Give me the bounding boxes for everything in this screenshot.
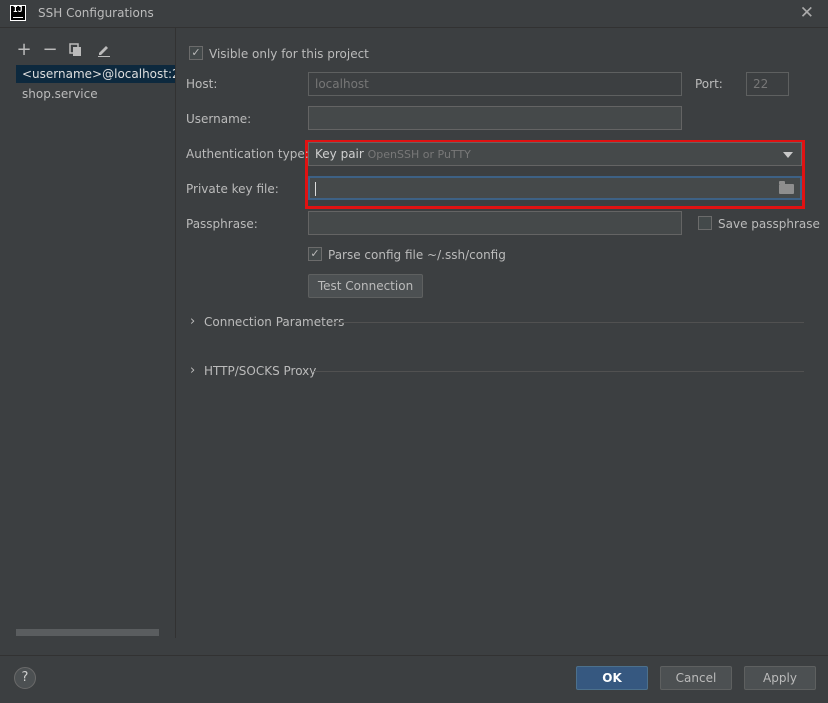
private-key-field[interactable]: [308, 176, 802, 200]
username-label: Username:: [186, 112, 252, 126]
save-passphrase-checkbox[interactable]: [698, 216, 712, 230]
close-icon[interactable]: ✕: [800, 3, 814, 23]
section-title: Connection Parameters: [204, 315, 345, 329]
section-title: HTTP/SOCKS Proxy: [204, 364, 317, 378]
divider: [332, 322, 804, 323]
auth-type-label: Authentication type:: [186, 147, 309, 161]
divider: [314, 371, 804, 372]
parse-config-label: Parse config file ~/.ssh/config: [328, 248, 506, 262]
add-icon[interactable]: +: [14, 40, 34, 60]
auth-type-hint: OpenSSH or PuTTY: [367, 148, 471, 161]
connection-parameters-section[interactable]: › Connection Parameters: [190, 313, 804, 331]
cancel-button[interactable]: Cancel: [660, 666, 732, 690]
passphrase-label: Passphrase:: [186, 217, 258, 231]
help-icon[interactable]: ?: [14, 667, 36, 689]
ok-button[interactable]: OK: [576, 666, 648, 690]
private-key-label: Private key file:: [186, 182, 279, 196]
parse-config-checkbox[interactable]: ✓: [308, 247, 322, 261]
visible-only-checkbox[interactable]: ✓: [189, 46, 203, 60]
visible-only-label: Visible only for this project: [209, 47, 369, 61]
save-passphrase-label: Save passphrase: [718, 217, 820, 231]
remove-icon[interactable]: −: [40, 40, 60, 60]
chevron-right-icon: ›: [190, 314, 196, 329]
copy-icon[interactable]: [66, 40, 86, 60]
host-label: Host:: [186, 77, 218, 91]
test-connection-button[interactable]: Test Connection: [308, 274, 423, 298]
folder-icon[interactable]: [779, 181, 794, 194]
port-label: Port:: [695, 77, 723, 91]
username-field[interactable]: [308, 106, 682, 130]
chevron-down-icon: [783, 152, 793, 158]
edit-icon[interactable]: [94, 40, 114, 60]
intellij-icon: IJ: [10, 5, 26, 21]
title-bar: IJ SSH Configurations ✕: [0, 0, 828, 28]
host-field[interactable]: localhost: [308, 72, 682, 96]
passphrase-field[interactable]: [308, 211, 682, 235]
auth-type-combo[interactable]: Key pair OpenSSH or PuTTY: [308, 142, 802, 166]
tree-item-shop-service[interactable]: shop.service: [16, 85, 175, 103]
footer-divider: [0, 655, 828, 656]
tree-item-localhost[interactable]: <username>@localhost:22: [16, 65, 175, 83]
port-field[interactable]: 22: [746, 72, 789, 96]
auth-type-value: Key pair: [315, 147, 364, 161]
sidebar: + − <username>@localhost:22 shop.service: [0, 28, 176, 638]
http-socks-proxy-section[interactable]: › HTTP/SOCKS Proxy: [190, 362, 804, 380]
text-caret: [315, 182, 316, 196]
chevron-right-icon: ›: [190, 363, 196, 378]
horizontal-scrollbar[interactable]: [16, 629, 159, 636]
window-title: SSH Configurations: [38, 6, 154, 20]
apply-button[interactable]: Apply: [744, 666, 816, 690]
